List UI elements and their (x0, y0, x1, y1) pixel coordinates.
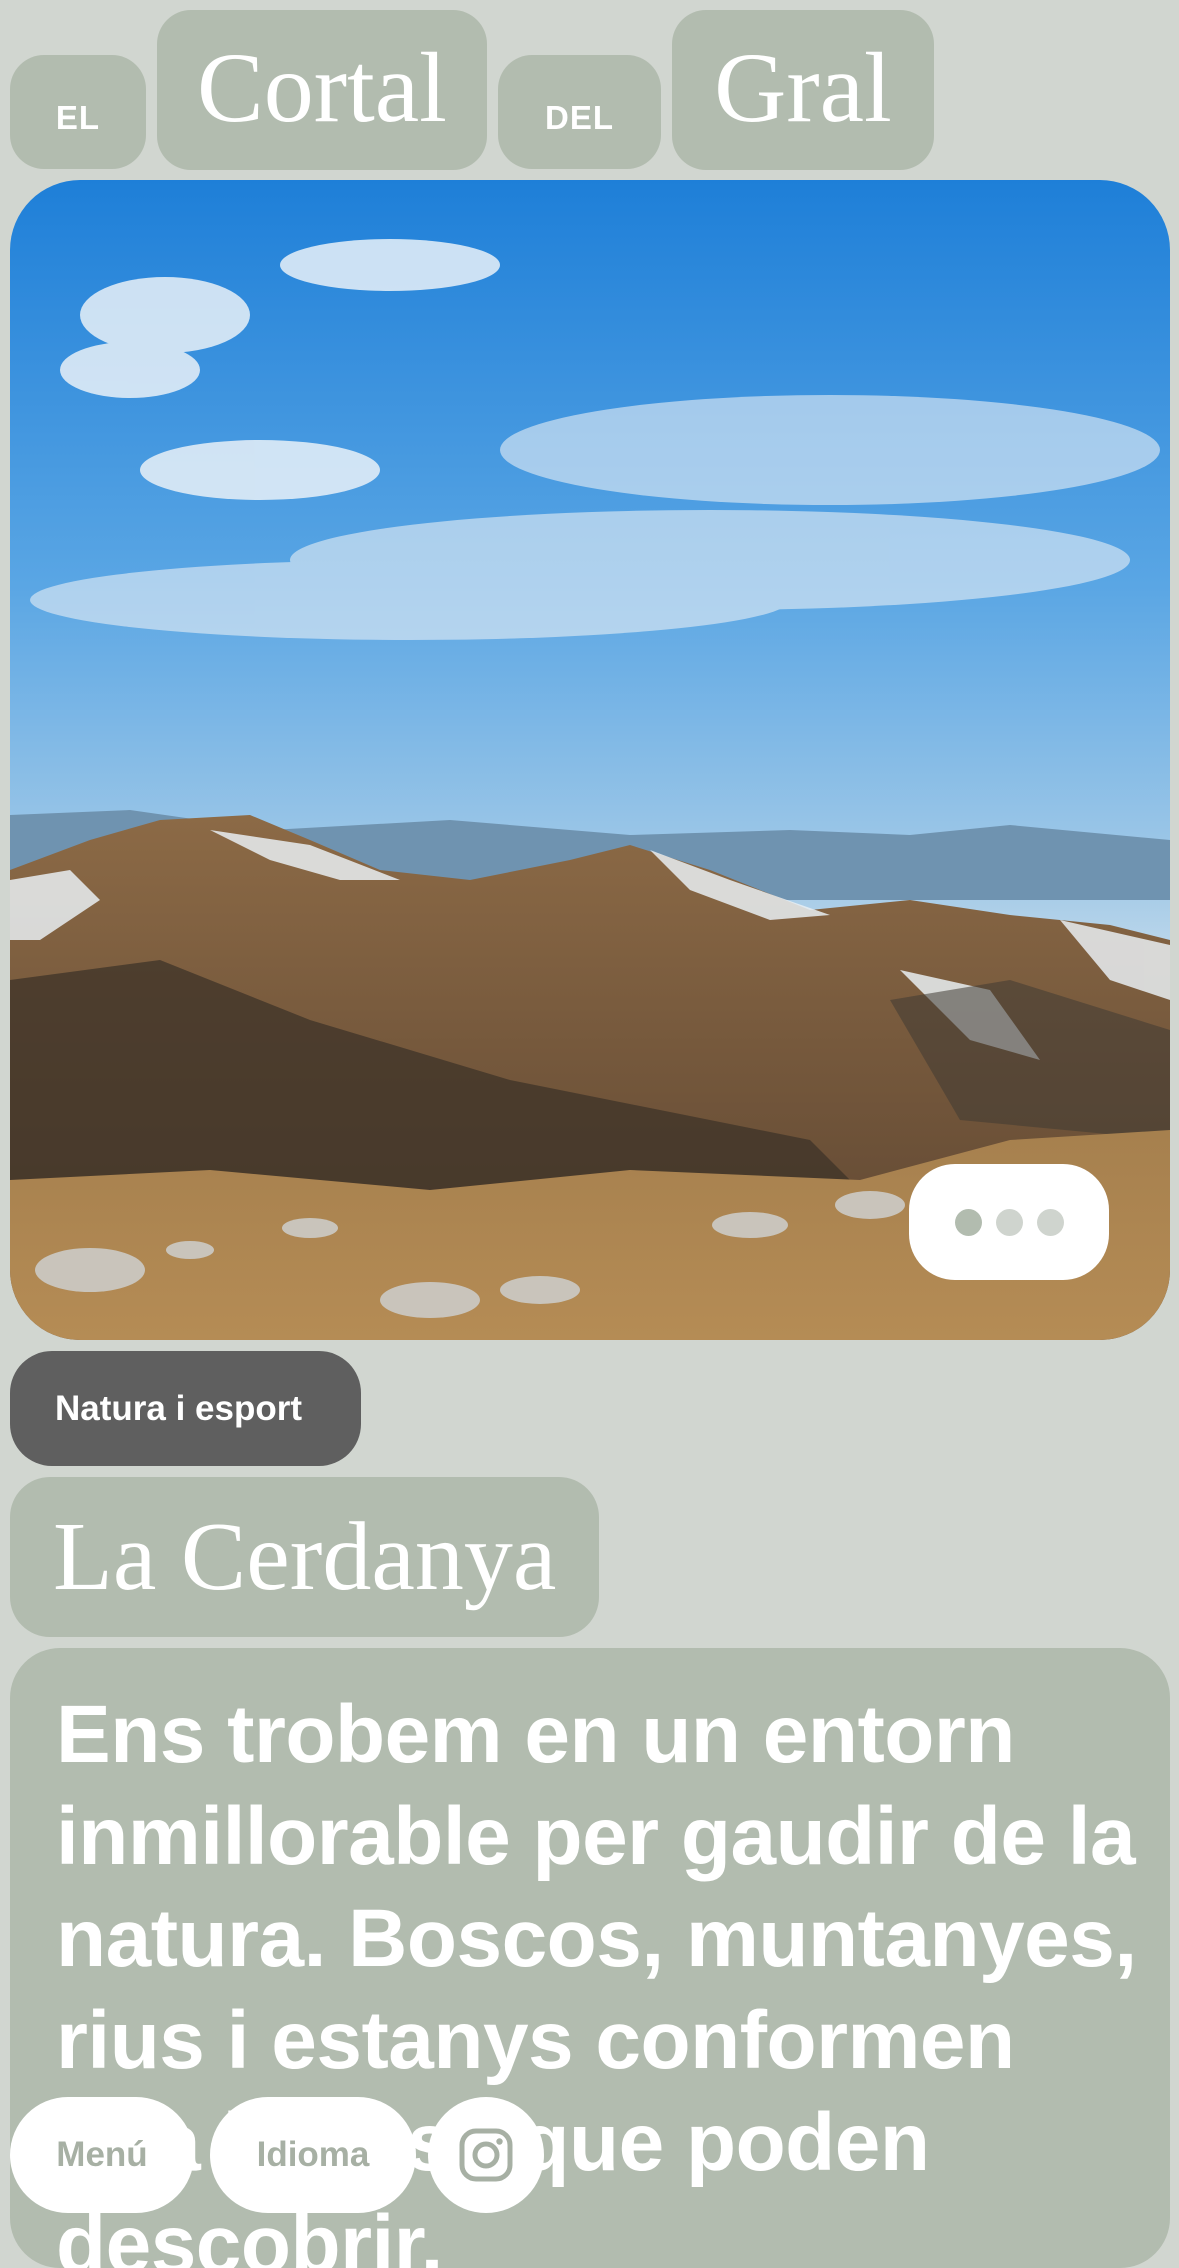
more-options-button[interactable] (909, 1164, 1109, 1280)
menu-button[interactable]: Menú (10, 2097, 194, 2213)
header-word-del: DEL (498, 55, 661, 169)
language-button[interactable]: Idioma (210, 2097, 416, 2213)
dot-icon (954, 1208, 982, 1236)
header-word-cortal: Cortal (157, 10, 487, 170)
header-word-el: EL (10, 55, 146, 169)
section-title: La Cerdanya (10, 1477, 599, 1637)
category-tag[interactable]: Natura i esport (10, 1351, 361, 1466)
instagram-button[interactable] (428, 2097, 544, 2213)
instagram-icon (459, 2128, 513, 2182)
header-word-gral: Gral (672, 10, 934, 170)
dot-icon (995, 1208, 1023, 1236)
dot-icon (1036, 1208, 1064, 1236)
